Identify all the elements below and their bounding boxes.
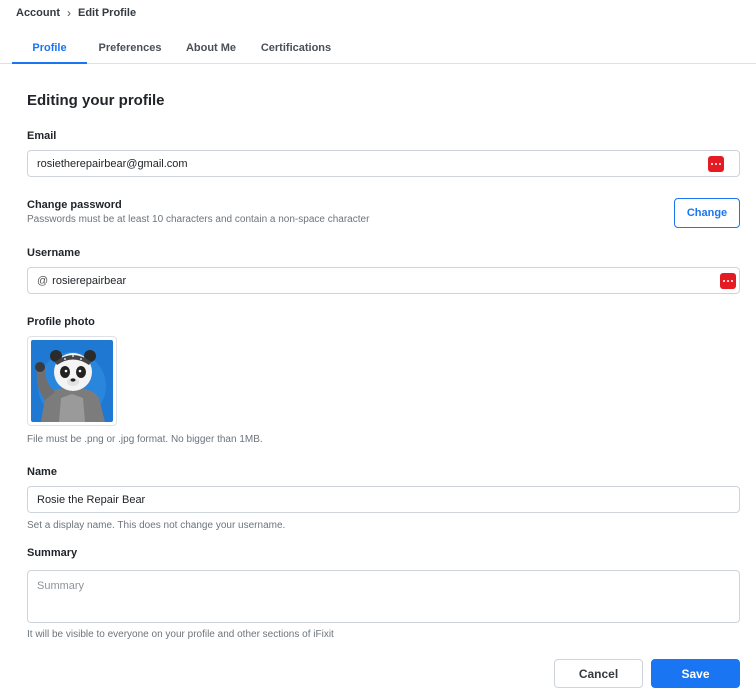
tab-about-me[interactable]: About Me <box>178 34 244 64</box>
photo-help-text: File must be .png or .jpg format. No big… <box>27 434 263 445</box>
email-value: rosietherepairbear@gmail.com <box>37 157 188 170</box>
chevron-right-icon: › <box>67 6 71 20</box>
email-label: Email <box>27 130 57 142</box>
change-password-label: Change password <box>27 199 122 211</box>
page-title: Editing your profile <box>27 92 165 109</box>
breadcrumb-current: Edit Profile <box>78 7 137 19</box>
profile-photo-label: Profile photo <box>27 316 95 328</box>
tab-profile[interactable]: Profile <box>12 34 87 64</box>
summary-label: Summary <box>27 547 78 559</box>
tab-preferences[interactable]: Preferences <box>92 34 168 64</box>
email-field[interactable]: rosietherepairbear@gmail.com <box>27 150 740 177</box>
name-value: Rosie the Repair Bear <box>37 493 146 506</box>
cancel-button[interactable]: Cancel <box>554 659 643 688</box>
at-sign-prefix: @ <box>37 274 49 287</box>
summary-help-text: It will be visible to everyone on your p… <box>27 629 334 640</box>
password-manager-icon[interactable] <box>708 156 724 172</box>
password-manager-icon[interactable] <box>720 273 736 289</box>
username-field[interactable]: @ rosierepairbear <box>27 267 740 294</box>
breadcrumb-account-link[interactable]: Account <box>16 7 60 19</box>
username-label: Username <box>27 247 81 259</box>
summary-textarea[interactable]: Summary <box>27 570 740 623</box>
breadcrumb: Account › Edit Profile <box>16 6 136 20</box>
tab-certifications[interactable]: Certifications <box>254 34 338 64</box>
avatar <box>31 340 113 422</box>
name-help-text: Set a display name. This does not change… <box>27 520 286 531</box>
profile-photo[interactable] <box>27 336 117 426</box>
password-help-text: Passwords must be at least 10 characters… <box>27 214 370 225</box>
name-field[interactable]: Rosie the Repair Bear <box>27 486 740 513</box>
username-value: rosierepairbear <box>52 274 127 287</box>
name-label: Name <box>27 466 57 478</box>
change-password-button[interactable]: Change <box>674 198 740 228</box>
profile-tabs: Profile Preferences About Me Certificati… <box>0 34 756 64</box>
save-button[interactable]: Save <box>651 659 740 688</box>
